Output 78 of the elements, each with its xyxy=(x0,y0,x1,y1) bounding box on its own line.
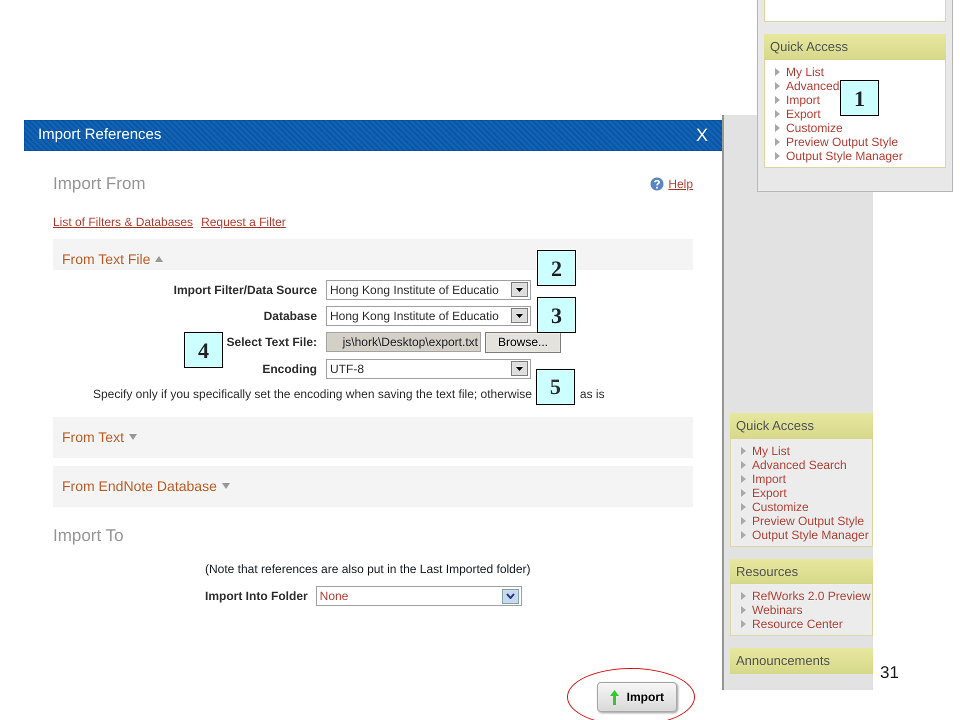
file-path-field[interactable]: js\hork\Desktop\export.txt xyxy=(326,332,481,352)
sidebar-link[interactable]: Customize xyxy=(752,500,809,514)
callout-number: 1 xyxy=(840,80,879,116)
bullet-icon xyxy=(741,460,746,468)
sidebar-link[interactable]: Advanced Search xyxy=(752,458,847,472)
dropdown-field[interactable]: Hong Kong Institute of Educatio xyxy=(326,280,531,300)
sidebar-link[interactable]: My List xyxy=(752,444,790,458)
sidebar-link[interactable]: Preview Output Style xyxy=(786,134,898,148)
sidebar-link[interactable]: Export xyxy=(752,486,787,500)
bullet-icon xyxy=(741,516,746,524)
dropdown-field[interactable]: UTF-8 xyxy=(326,358,531,378)
field-label: Select Text File: xyxy=(226,334,317,351)
section-heading: Import From xyxy=(53,173,146,195)
sidebar-link[interactable]: RefWorks 2.0 Preview xyxy=(752,589,870,603)
bullet-icon xyxy=(775,138,780,146)
note-text: (Note that references are also put in the Last Imported folder) xyxy=(205,561,532,578)
filter-link[interactable]: List of Filters & Databases xyxy=(53,212,194,230)
sidebar-link[interactable]: Resource Center xyxy=(752,617,843,631)
callout-number: 5 xyxy=(536,368,575,404)
sidebar-link[interactable]: Webinars xyxy=(752,603,802,617)
sidebar-link[interactable]: Import xyxy=(786,92,820,106)
up-arrow-icon xyxy=(610,690,619,704)
sidebar-link[interactable]: Export xyxy=(786,106,821,120)
bullet-icon xyxy=(775,68,780,76)
collapse-icon[interactable] xyxy=(155,256,164,262)
browse-button[interactable]: Browse... xyxy=(485,332,562,352)
caret-icon[interactable] xyxy=(516,288,523,292)
expand-icon[interactable] xyxy=(222,483,230,489)
section-toggle[interactable]: From Text File xyxy=(62,248,150,270)
section-header: Quick Access xyxy=(764,34,946,60)
sidebar-link[interactable]: Import xyxy=(752,472,786,486)
page-number: 31 xyxy=(880,662,899,684)
help-text: Specify only if you specifically set the encoding when saving the text file; otherwise xyxy=(93,386,532,402)
folder-dropdown[interactable]: None xyxy=(316,586,522,606)
chevron-down-icon[interactable] xyxy=(506,593,515,599)
bullet-icon xyxy=(741,474,746,482)
section-toggle[interactable]: From Text xyxy=(62,426,124,448)
help-text: as is xyxy=(580,386,605,402)
close-button[interactable]: X xyxy=(696,122,708,149)
sidebar-link[interactable]: My List xyxy=(786,64,824,78)
caret-icon[interactable] xyxy=(516,314,523,318)
callout-number: 2 xyxy=(537,250,576,286)
bullet-icon xyxy=(775,152,780,160)
caret-icon[interactable] xyxy=(516,366,523,370)
sidebar-link[interactable]: Preview Output Style xyxy=(752,514,864,528)
bullet-icon xyxy=(775,110,780,118)
sidebar-link[interactable]: Customize xyxy=(786,120,843,134)
bullet-icon xyxy=(741,606,746,614)
section-toggle[interactable]: From EndNote Database xyxy=(62,476,217,496)
section-header: Announcements xyxy=(730,648,873,674)
bullet-icon xyxy=(741,620,746,628)
import-button[interactable]: Import xyxy=(596,682,677,712)
field-label: Database xyxy=(264,308,317,324)
field-label: Encoding xyxy=(262,360,317,378)
bullet-icon xyxy=(775,124,780,132)
bullet-icon xyxy=(741,446,746,454)
section-header: Resources xyxy=(730,558,873,584)
field-label: Import Filter/Data Source xyxy=(174,282,317,298)
filter-link[interactable]: Request a Filter xyxy=(201,212,286,230)
bullet-icon xyxy=(741,488,746,496)
dropdown-field[interactable]: Hong Kong Institute of Educatio xyxy=(326,306,531,326)
callout-number: 3 xyxy=(537,297,576,333)
sidebar-link[interactable]: Output Style Manager xyxy=(752,528,869,542)
help-icon[interactable] xyxy=(650,176,664,191)
section-header: Quick Access xyxy=(730,413,873,438)
sidebar-link[interactable]: Advanced xyxy=(786,78,840,92)
section-heading: Import To xyxy=(53,524,125,546)
sidebar-link[interactable]: Output Style Manager xyxy=(786,148,903,162)
bullet-icon xyxy=(741,502,746,510)
expand-icon[interactable] xyxy=(128,434,137,440)
dialog-title: Import References xyxy=(38,125,162,146)
bullet-icon xyxy=(741,530,746,538)
field-label: Import Into Folder xyxy=(205,588,308,605)
callout-number: 4 xyxy=(184,332,223,368)
bullet-icon xyxy=(775,96,780,104)
bullet-icon xyxy=(741,592,746,600)
bullet-icon xyxy=(775,82,780,90)
help-link[interactable]: Help xyxy=(668,174,693,193)
